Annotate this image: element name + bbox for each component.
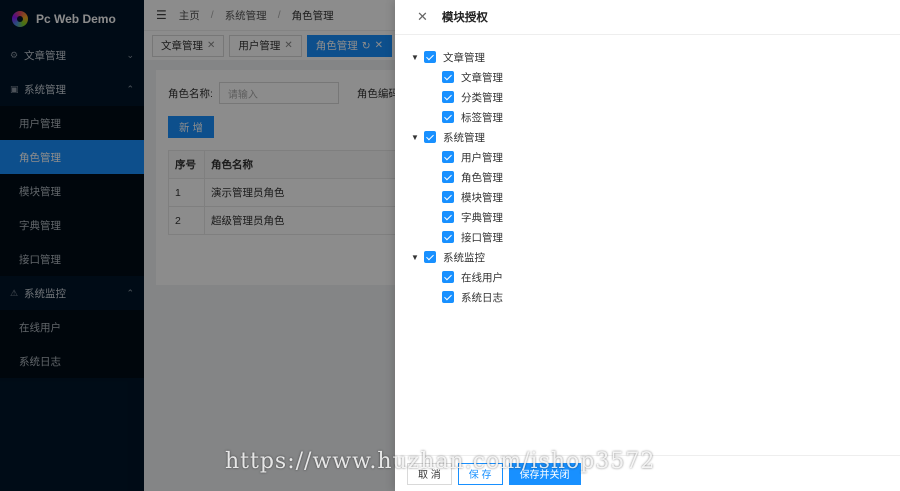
checkbox[interactable] (442, 71, 454, 83)
tree-node-label: 在线用户 (461, 271, 503, 284)
checkbox[interactable] (424, 131, 436, 143)
tree-node-label: 用户管理 (461, 151, 503, 164)
tree-node-article[interactable]: ▼ 文章管理 (411, 47, 900, 67)
tree-node-child[interactable]: 文章管理 (411, 67, 900, 87)
tree-node-label: 模块管理 (461, 191, 503, 204)
drawer-mask[interactable] (0, 0, 395, 491)
tree-node-child[interactable]: 模块管理 (411, 187, 900, 207)
checkbox[interactable] (442, 111, 454, 123)
tree-node-child[interactable]: 角色管理 (411, 167, 900, 187)
drawer-header: ✕ 模块授权 (395, 0, 900, 35)
watermark: https://www.huzhan.com/ishop3572 (225, 449, 656, 474)
tree-node-child[interactable]: 接口管理 (411, 227, 900, 247)
tree-node-label: 字典管理 (461, 211, 503, 224)
tree-node-child[interactable]: 系统日志 (411, 287, 900, 307)
checkbox[interactable] (442, 291, 454, 303)
tree-node-child[interactable]: 字典管理 (411, 207, 900, 227)
checkbox[interactable] (424, 251, 436, 263)
checkbox[interactable] (442, 91, 454, 103)
tree-node-label: 角色管理 (461, 171, 503, 184)
tree-node-child[interactable]: 分类管理 (411, 87, 900, 107)
tree-node-label: 系统监控 (443, 251, 485, 264)
checkbox[interactable] (442, 211, 454, 223)
close-icon[interactable]: ✕ (417, 9, 428, 25)
drawer-title: 模块授权 (441, 12, 488, 24)
tree-node-label: 系统日志 (461, 291, 503, 304)
caret-down-icon[interactable]: ▼ (411, 53, 423, 62)
tree-node-child[interactable]: 用户管理 (411, 147, 900, 167)
caret-down-icon[interactable]: ▼ (411, 133, 423, 142)
caret-down-icon[interactable]: ▼ (411, 253, 423, 262)
checkbox[interactable] (442, 271, 454, 283)
checkbox[interactable] (442, 151, 454, 163)
checkbox[interactable] (442, 231, 454, 243)
tree-node-child[interactable]: 在线用户 (411, 267, 900, 287)
tree-node-label: 文章管理 (443, 51, 485, 64)
checkbox[interactable] (442, 171, 454, 183)
tree-node-monitor[interactable]: ▼ 系统监控 (411, 247, 900, 267)
tree-node-label: 系统管理 (443, 131, 485, 144)
permission-tree: ▼ 文章管理 文章管理 分类管理 标签管理 ▼ 系统管理 用户管理 角色管理 模… (395, 35, 900, 307)
tree-node-label: 文章管理 (461, 71, 503, 84)
checkbox[interactable] (442, 191, 454, 203)
tree-node-child[interactable]: 标签管理 (411, 107, 900, 127)
checkbox[interactable] (424, 51, 436, 63)
module-authorization-drawer: ✕ 模块授权 ▼ 文章管理 文章管理 分类管理 标签管理 ▼ 系统管理 用户管理… (395, 0, 900, 491)
tree-node-label: 接口管理 (461, 231, 503, 244)
tree-node-system[interactable]: ▼ 系统管理 (411, 127, 900, 147)
tree-node-label: 分类管理 (461, 91, 503, 104)
tree-node-label: 标签管理 (461, 111, 503, 124)
